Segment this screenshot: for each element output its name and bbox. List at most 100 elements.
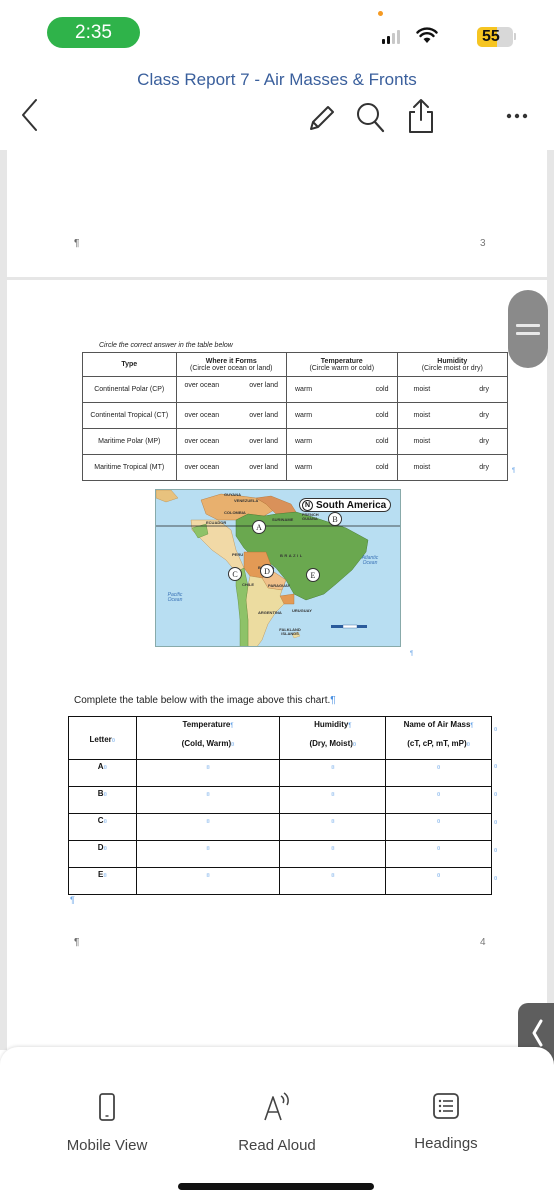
humidity-answer-cell[interactable]: ¤: [279, 867, 387, 895]
air-mass-answer-cell[interactable]: ¤: [385, 867, 492, 895]
header-humidity: Humidity (Circle moist or dry): [396, 352, 508, 377]
pencil-icon[interactable]: [307, 103, 337, 133]
humidity-answer-cell[interactable]: ¤: [279, 786, 387, 814]
air-mass-answer-cell[interactable]: ¤: [385, 786, 492, 814]
table-row: Maritime Polar (MP) over ocean over land wa…: [82, 428, 508, 455]
humidity-answer-cell[interactable]: ¤: [279, 813, 387, 841]
south-america-map: N South America GUYANA VENEZUELA COLOMBI…: [155, 489, 401, 647]
map-marker-c: C: [228, 567, 242, 581]
option-over-ocean[interactable]: over ocean: [185, 464, 220, 471]
option-over-ocean[interactable]: over ocean: [185, 412, 220, 419]
instruction-text: Complete the table below with the image …: [74, 695, 336, 706]
temperature-cell: warm cold: [286, 402, 398, 429]
option-over-ocean[interactable]: over ocean: [185, 438, 220, 445]
table-row: Continental Tropical (CT) over ocean over …: [82, 402, 508, 429]
home-indicator[interactable]: [178, 1183, 374, 1190]
paragraph-mark: ¶: [74, 937, 80, 948]
temperature-answer-cell[interactable]: ¤: [135, 759, 281, 787]
page-number: 4: [480, 937, 486, 948]
back-chevron-icon[interactable]: [20, 98, 40, 132]
more-icon[interactable]: [505, 112, 529, 120]
temperature-cell: warm cold: [286, 454, 398, 481]
option-cold[interactable]: cold: [376, 438, 389, 445]
row-end-mark: ¤: [494, 727, 498, 733]
option-cold[interactable]: cold: [376, 464, 389, 471]
wifi-icon: [416, 27, 438, 43]
row-end-mark: ¤: [494, 876, 498, 882]
header-letter: Letter¤: [68, 716, 137, 760]
mobile-view-button[interactable]: Mobile View: [47, 1092, 167, 1154]
map-label-falkland-islands: FALKLAND ISLANDS: [279, 627, 301, 636]
option-over-land[interactable]: over land: [249, 412, 278, 419]
air-mass-answer-cell[interactable]: ¤: [385, 840, 492, 868]
option-moist[interactable]: moist: [414, 412, 431, 419]
map-label-colombia: COLOMBIA: [224, 510, 246, 515]
temperature-answer-cell[interactable]: ¤: [135, 786, 281, 814]
option-over-ocean[interactable]: over ocean: [185, 382, 220, 389]
screen: 2:35 55 Class Report 7 - Air Masses & Fr…: [0, 0, 554, 1200]
air-mass-type: Maritime Polar (MP): [82, 428, 177, 455]
air-mass-answer-cell[interactable]: ¤: [385, 813, 492, 841]
map-label-pacific-ocean: Pacific Ocean: [167, 592, 183, 603]
forms-cell: over ocean over land: [175, 454, 287, 481]
option-warm[interactable]: warm: [295, 412, 312, 419]
headings-button[interactable]: Headings: [386, 1092, 506, 1152]
option-dry[interactable]: dry: [479, 386, 489, 393]
table-row: D¤ ¤ ¤ ¤: [68, 840, 492, 868]
letter-cell: A¤: [68, 759, 137, 787]
map-label-atlantic-ocean: Atlantic Ocean: [361, 555, 379, 566]
option-moist[interactable]: moist: [414, 438, 431, 445]
row-end-mark: ¤: [494, 820, 498, 826]
map-label-uruguay: URUGUAY: [292, 608, 312, 613]
air-mass-circle-table: Type Where it Forms (Circle over ocean or…: [82, 352, 508, 481]
temperature-cell: warm cold: [286, 376, 398, 403]
letter-cell: C¤: [68, 813, 137, 841]
map-label-ecuador: ECUADOR: [206, 520, 227, 525]
humidity-answer-cell[interactable]: ¤: [279, 759, 387, 787]
temperature-answer-cell[interactable]: ¤: [135, 867, 281, 895]
document-title: Class Report 7 - Air Masses & Fronts: [137, 70, 417, 89]
option-dry[interactable]: dry: [479, 412, 489, 419]
map-title: South America: [316, 499, 387, 511]
header-temperature: Temperature (Circle warm or cold): [286, 352, 398, 377]
header-type: Type: [82, 352, 177, 377]
map-label-peru: PERU: [232, 552, 244, 557]
temperature-answer-cell[interactable]: ¤: [135, 840, 281, 868]
header-temperature: Temperature¶ (Cold, Warm)¤: [135, 716, 281, 760]
row-end-mark: ¤: [494, 764, 498, 770]
air-mass-answer-cell[interactable]: ¤: [385, 759, 492, 787]
share-icon[interactable]: [406, 98, 436, 134]
option-warm[interactable]: warm: [295, 464, 312, 471]
option-dry[interactable]: dry: [479, 438, 489, 445]
option-dry[interactable]: dry: [479, 464, 489, 471]
map-marker-d: D: [260, 564, 274, 578]
option-over-land[interactable]: over land: [249, 438, 278, 445]
option-cold[interactable]: cold: [376, 386, 389, 393]
read-aloud-button[interactable]: Read Aloud: [217, 1092, 337, 1154]
table-row: B¤ ¤ ¤ ¤: [68, 786, 492, 814]
table-header-row: Letter¤ Temperature¶ (Cold, Warm)¤ Humidi…: [68, 716, 492, 760]
option-cold[interactable]: cold: [376, 412, 389, 419]
battery-tip: [514, 33, 516, 40]
paragraph-mark: ¶: [512, 468, 516, 474]
mobile-view-label: Mobile View: [66, 1137, 148, 1154]
humidity-answer-cell[interactable]: ¤: [279, 840, 387, 868]
option-over-land[interactable]: over land: [249, 382, 278, 389]
map-label-brazil: BRAZIL: [280, 553, 304, 558]
option-warm[interactable]: warm: [295, 386, 312, 393]
map-title-badge: N South America: [299, 498, 392, 512]
option-warm[interactable]: warm: [295, 438, 312, 445]
option-over-land[interactable]: over land: [249, 464, 278, 471]
page-number: 3: [480, 238, 486, 249]
scroll-handle[interactable]: [508, 290, 548, 368]
cellular-signal-icon: [382, 30, 400, 44]
letter-cell: D¤: [68, 840, 137, 868]
battery-indicator: 55: [477, 27, 513, 47]
option-moist[interactable]: moist: [414, 386, 431, 393]
option-moist[interactable]: moist: [414, 464, 431, 471]
temperature-answer-cell[interactable]: ¤: [135, 813, 281, 841]
map-label-paraguay: PARAGUAY: [268, 583, 291, 588]
search-icon[interactable]: [355, 101, 385, 133]
headings-label: Headings: [414, 1135, 478, 1152]
map-label-guyana: GUYANA: [224, 492, 241, 497]
